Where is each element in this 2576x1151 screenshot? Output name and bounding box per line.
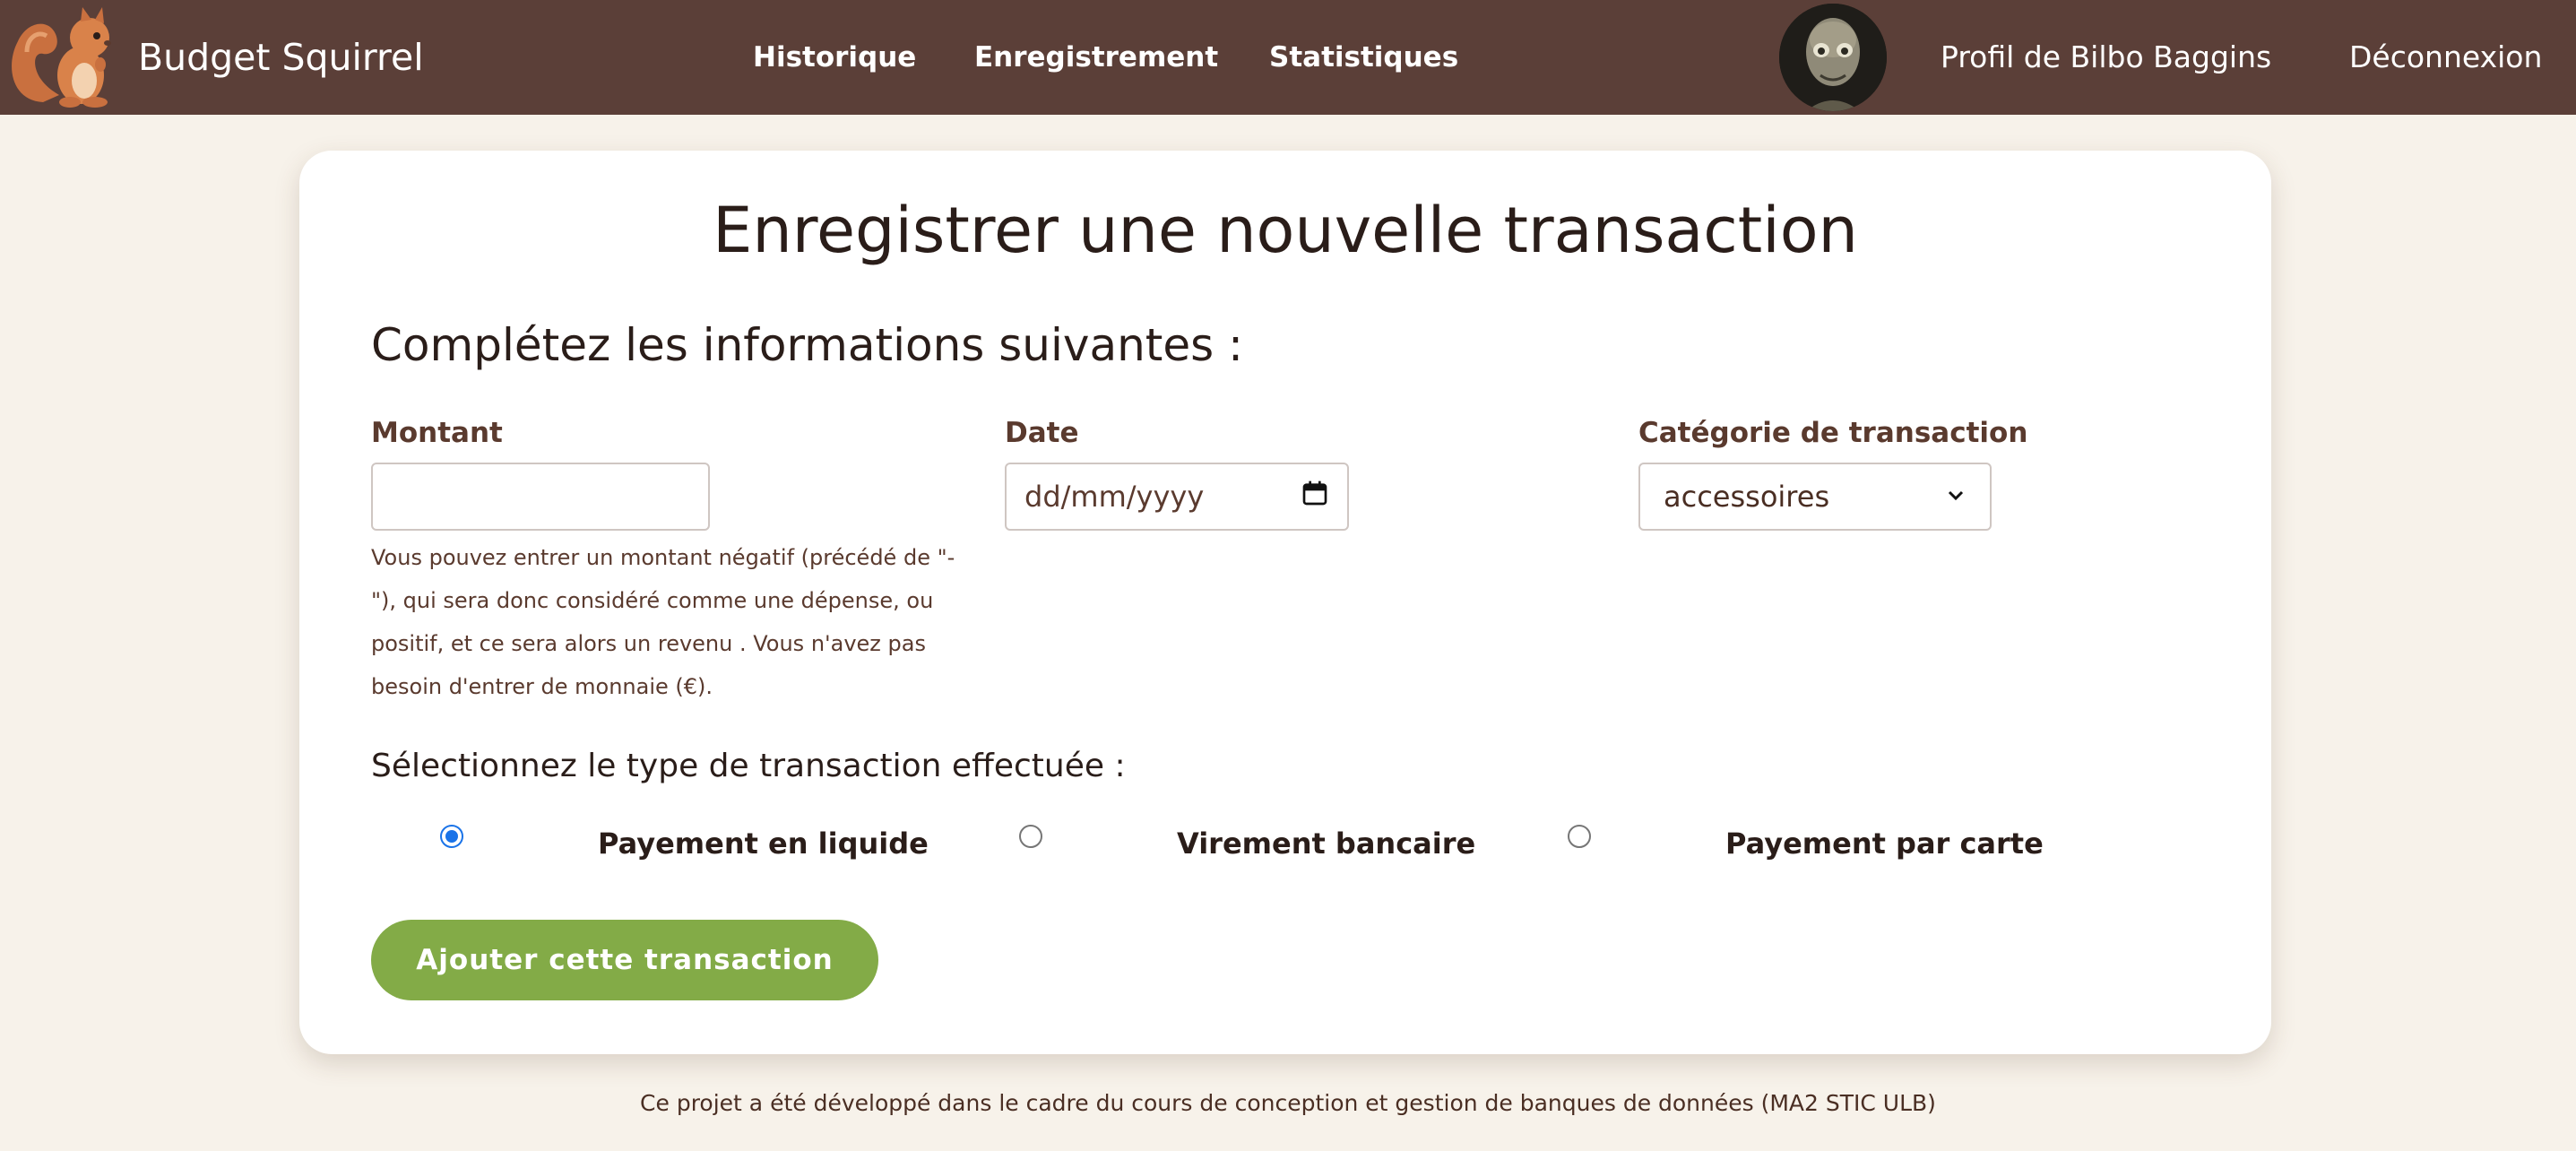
squirrel-icon <box>7 2 122 113</box>
footer-text: Ce projet a été développé dans le cadre … <box>640 1090 1936 1116</box>
calendar-icon[interactable] <box>1301 479 1329 515</box>
amount-input[interactable] <box>371 463 710 531</box>
nav-link-enregistrement[interactable]: Enregistrement <box>974 0 1218 115</box>
radio-label-bank-transfer[interactable]: Virement bancaire <box>1177 826 1475 861</box>
nav-link-historique[interactable]: Historique <box>753 0 916 115</box>
section-title: Complétez les informations suivantes : <box>371 319 1243 371</box>
category-selected-value: accessoires <box>1664 480 1830 514</box>
category-select[interactable]: accessoires <box>1638 463 1992 531</box>
brand[interactable]: Budget Squirrel <box>7 4 424 111</box>
profile-link[interactable]: Profil de Bilbo Baggins <box>1941 0 2271 115</box>
logout-link[interactable]: Déconnexion <box>2349 0 2542 115</box>
nav-link-statistiques[interactable]: Statistiques <box>1269 0 1458 115</box>
chevron-down-icon <box>1945 480 1967 513</box>
transaction-form-card: Enregistrer une nouvelle transaction Com… <box>299 151 2271 1054</box>
amount-help-text: Vous pouvez entrer un montant négatif (p… <box>371 545 955 699</box>
amount-label: Montant <box>371 417 503 449</box>
radio-label-cash[interactable]: Payement en liquide <box>598 826 929 861</box>
category-label: Catégorie de transaction <box>1638 417 2028 449</box>
radio-cash[interactable] <box>440 825 463 848</box>
radio-card[interactable] <box>1568 825 1591 848</box>
date-placeholder: dd/mm/yyyy <box>1024 480 1205 514</box>
user-avatar[interactable] <box>1779 4 1887 111</box>
date-label: Date <box>1005 417 1079 449</box>
page-title: Enregistrer une nouvelle transaction <box>713 194 1858 267</box>
radio-bank-transfer[interactable] <box>1019 825 1042 848</box>
transaction-type-title: Sélectionnez le type de transaction effe… <box>371 748 1126 784</box>
radio-label-card[interactable]: Payement par carte <box>1725 826 2044 861</box>
top-navbar: Budget Squirrel Historique Enregistremen… <box>0 0 2576 115</box>
add-transaction-button[interactable]: Ajouter cette transaction <box>371 920 878 1000</box>
date-input[interactable]: dd/mm/yyyy <box>1005 463 1349 531</box>
brand-name: Budget Squirrel <box>138 36 424 79</box>
